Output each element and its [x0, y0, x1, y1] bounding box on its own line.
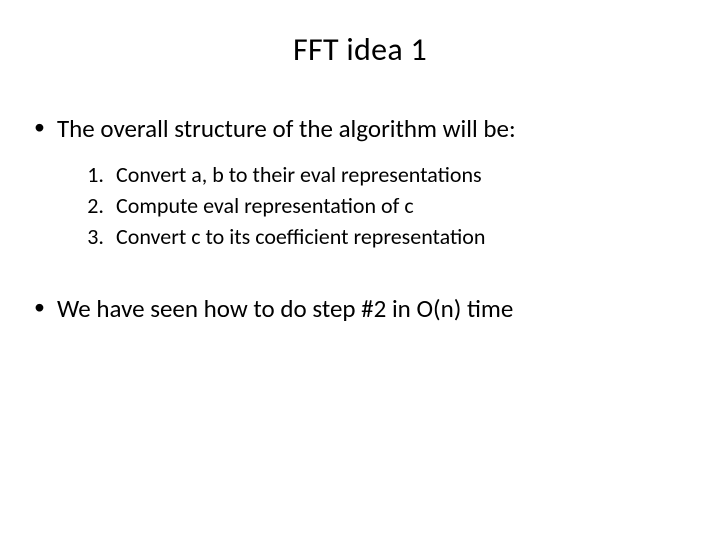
numbered-list: 1. Convert a, b to their eval representa… — [76, 160, 690, 252]
slide-title: FFT idea 1 — [30, 30, 690, 69]
list-number: 3. — [76, 222, 104, 253]
list-text: Convert a, b to their eval representatio… — [116, 160, 482, 191]
list-number: 1. — [76, 160, 104, 191]
list-text: Convert c to its coefficient representat… — [116, 222, 485, 253]
bullet-icon: • — [34, 113, 45, 142]
bullet-icon: • — [34, 293, 45, 322]
bullet-item-1: • The overall structure of the algorithm… — [30, 113, 690, 144]
list-item: 2. Compute eval representation of c — [76, 191, 690, 222]
list-text: Compute eval representation of c — [116, 191, 414, 222]
list-item: 3. Convert c to its coefficient represen… — [76, 222, 690, 253]
bullet-item-2: • We have seen how to do step #2 in O(n)… — [30, 293, 690, 324]
list-number: 2. — [76, 191, 104, 222]
bullet-text: The overall structure of the algorithm w… — [57, 113, 516, 144]
slide-container: FFT idea 1 • The overall structure of th… — [0, 0, 720, 540]
bullet-text: We have seen how to do step #2 in O(n) t… — [57, 293, 513, 324]
list-item: 1. Convert a, b to their eval representa… — [76, 160, 690, 191]
